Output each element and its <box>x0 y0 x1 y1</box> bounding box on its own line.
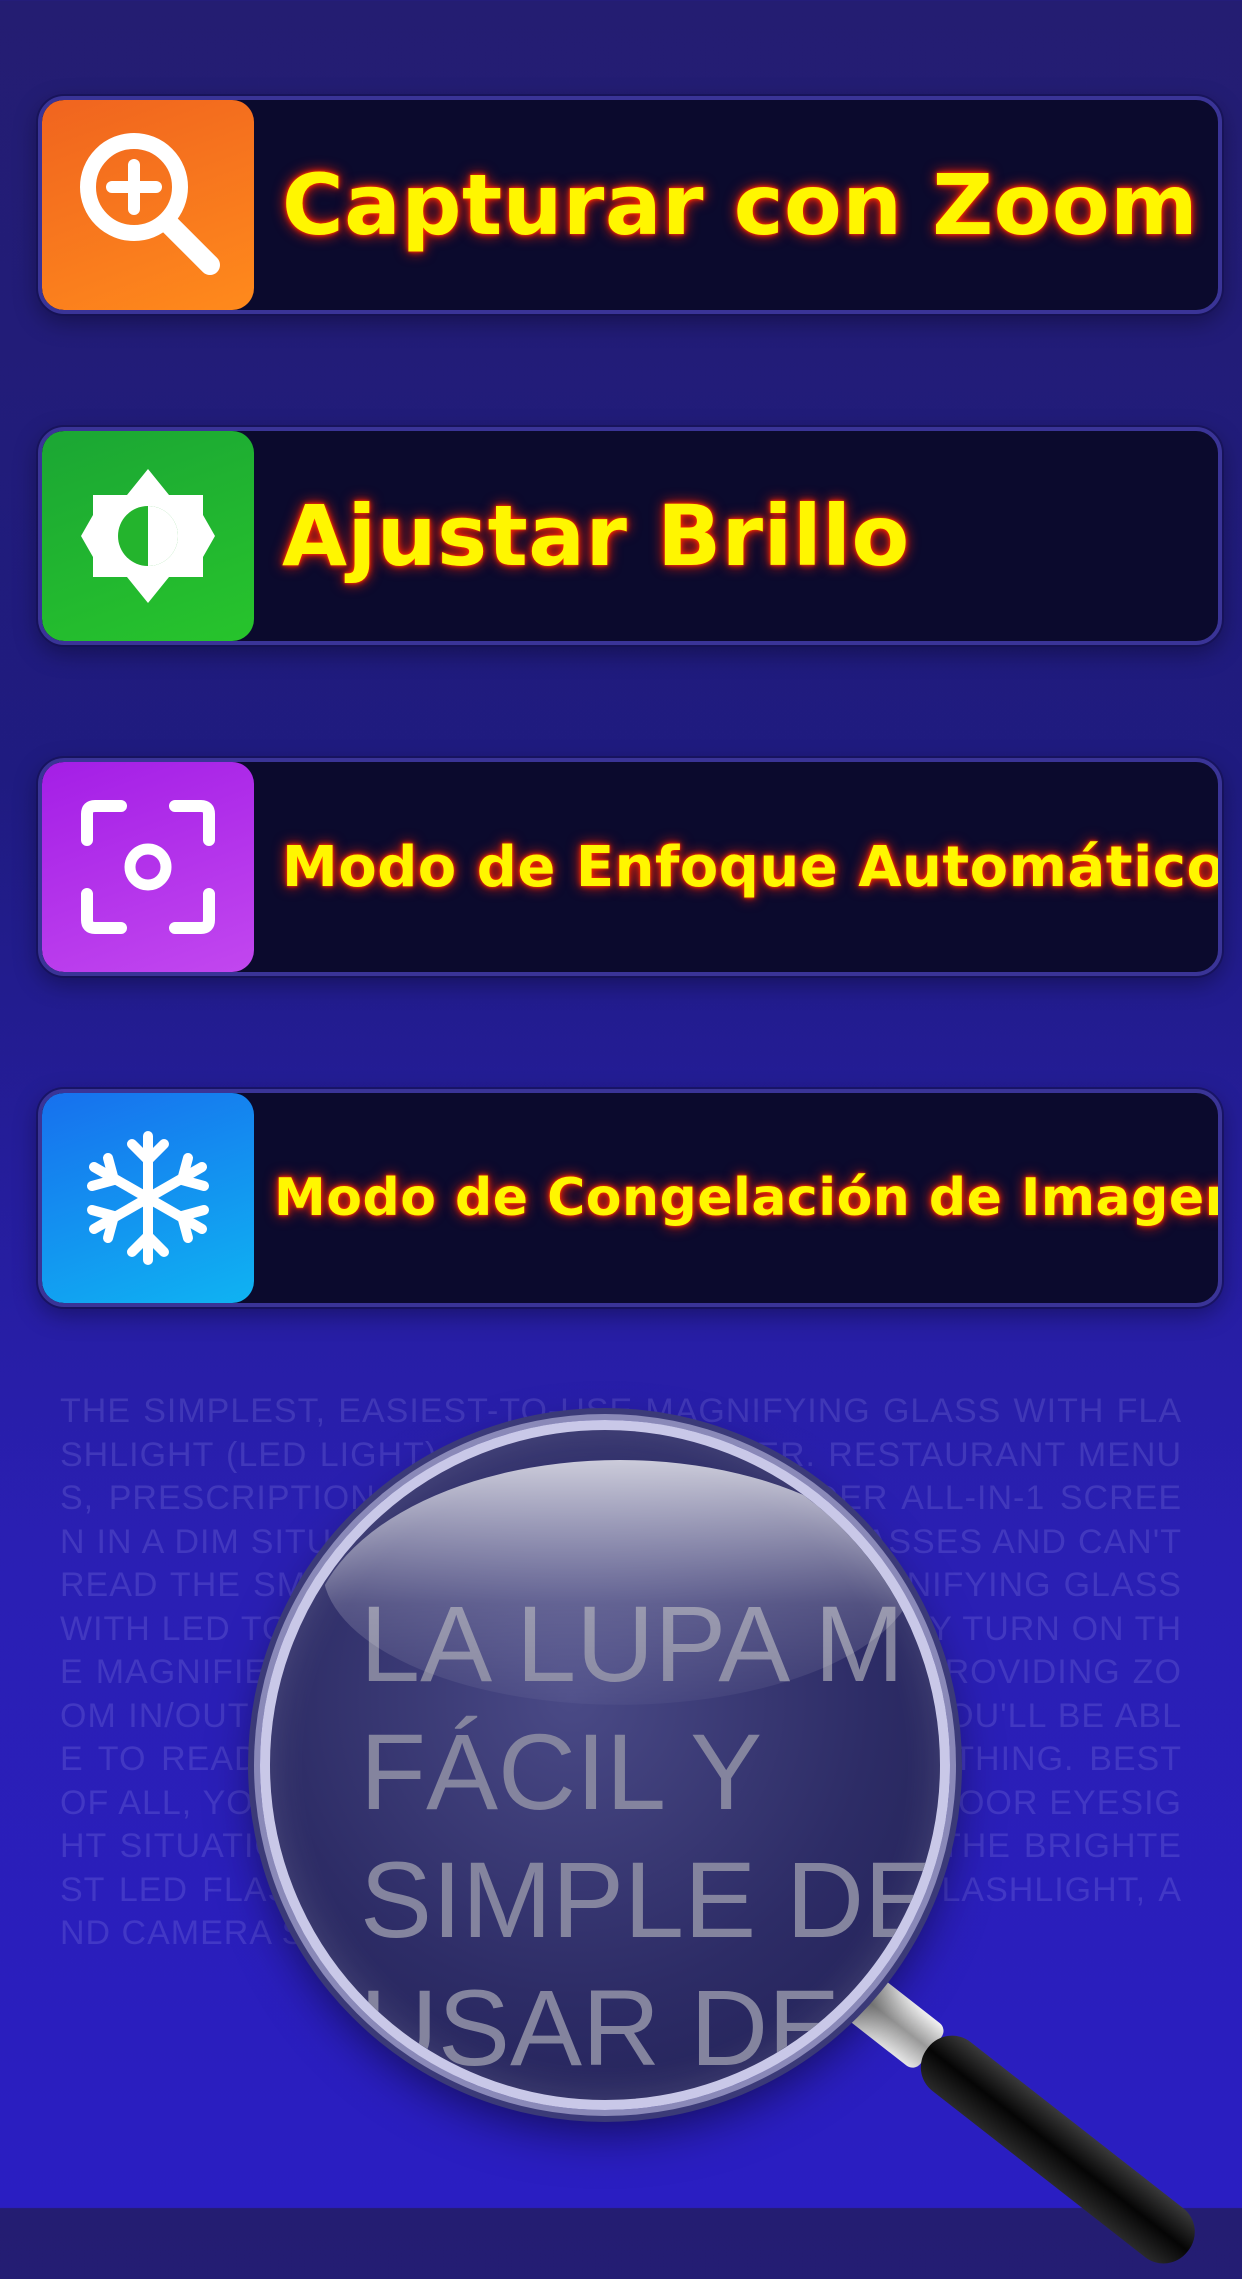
adjust-brightness-button[interactable]: Ajustar Brillo <box>38 427 1222 645</box>
lens-text-line-3: SIMPLE DE <box>360 1839 937 1960</box>
zoom-capture-button[interactable]: Capturar con Zoom <box>38 96 1222 314</box>
brightness-icon-tile <box>42 431 254 641</box>
zoom-capture-label: Capturar con Zoom <box>282 156 1199 254</box>
snowflake-icon <box>87 1131 209 1265</box>
zoom-in-icon <box>80 133 220 275</box>
autofocus-mode-label: Modo de Enfoque Automático <box>282 834 1222 900</box>
zoom-in-icon-tile <box>42 100 254 310</box>
lens-text-line-2: FÁCIL Y <box>360 1711 763 1832</box>
snowflake-icon-tile <box>42 1093 254 1303</box>
lens-text-line-4: USAR DE <box>360 1967 841 2088</box>
autofocus-icon <box>81 800 215 934</box>
autofocus-mode-button[interactable]: Modo de Enfoque Automático <box>38 758 1222 976</box>
autofocus-icon-tile <box>42 762 254 972</box>
brightness-icon <box>81 469 215 603</box>
adjust-brightness-label: Ajustar Brillo <box>282 487 910 585</box>
magnifying-glass-illustration: LA LUPA M FÁCIL Y SIMPLE DE USAR DE <box>260 1420 950 2110</box>
magnifier-lens: LA LUPA M FÁCIL Y SIMPLE DE USAR DE <box>260 1420 950 2110</box>
image-freeze-mode-button[interactable]: Modo de Congelación de Imagen <box>38 1089 1222 1307</box>
image-freeze-mode-label: Modo de Congelación de Imagen <box>274 1168 1222 1228</box>
